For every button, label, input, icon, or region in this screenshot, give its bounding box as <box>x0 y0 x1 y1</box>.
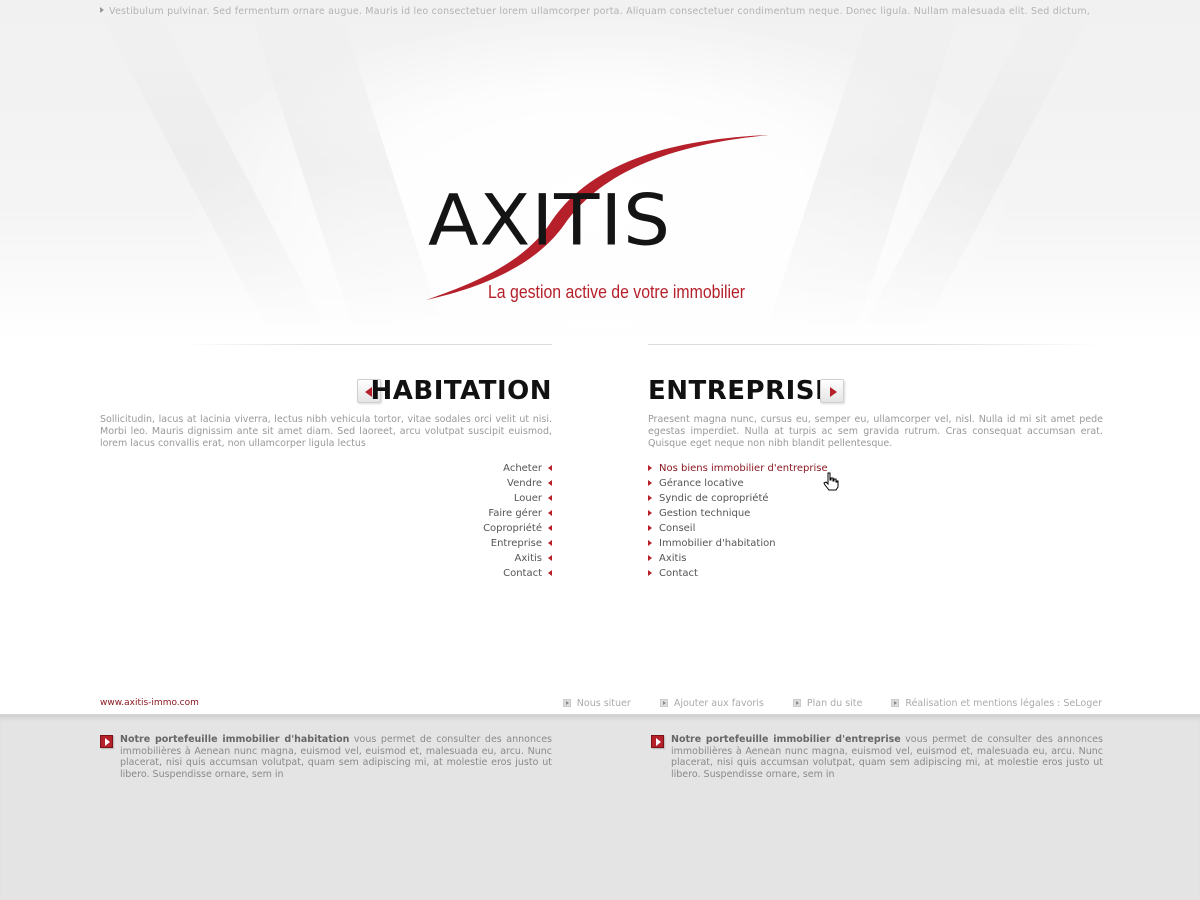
entreprise-intro: Praesent magna nunc, cursus eu, semper e… <box>648 414 1103 449</box>
logo-tagline: La gestion active de votre immobilier <box>488 282 746 302</box>
logo-wordmark: AXITIS <box>428 180 672 262</box>
site-url-link[interactable]: www.axitis-immo.com <box>100 698 199 708</box>
footer-link-nous-situer[interactable]: Nous situer <box>562 698 631 709</box>
entreprise-menu-item[interactable]: Gestion technique <box>648 506 828 521</box>
arrow-left-icon <box>548 465 552 471</box>
entreprise-promo: Notre portefeuille immobilier d'entrepri… <box>651 734 1103 780</box>
entreprise-menu: Nos biens immobilier d'entreprise Géranc… <box>648 461 828 581</box>
arrow-left-icon <box>548 525 552 531</box>
play-button-icon[interactable] <box>100 735 113 748</box>
habitation-intro: Sollicitudin, lacus at lacinia viverra, … <box>100 414 552 449</box>
arrow-left-icon <box>548 555 552 561</box>
axitis-logo[interactable]: AXITIS La gestion active de votre immobi… <box>424 130 774 310</box>
top-ticker-text: Vestibulum pulvinar. Sed fermentum ornar… <box>109 6 1091 17</box>
arrow-right-icon <box>648 570 652 576</box>
arrow-right-icon <box>830 387 837 397</box>
footer-link-favoris[interactable]: Ajouter aux favoris <box>659 698 764 709</box>
arrow-right-icon <box>648 540 652 546</box>
entreprise-arrow-button[interactable] <box>820 379 844 403</box>
habitation-promo: Notre portefeuille immobilier d'habitati… <box>100 734 552 780</box>
arrow-left-icon <box>548 540 552 546</box>
play-square-icon <box>659 699 668 707</box>
arrow-left-icon <box>548 570 552 576</box>
play-square-icon <box>792 699 801 707</box>
play-square-icon <box>891 699 900 707</box>
arrow-left-icon <box>548 510 552 516</box>
play-square-icon <box>562 699 571 707</box>
habitation-menu-item[interactable]: Entreprise <box>483 536 552 551</box>
habitation-menu-item[interactable]: Louer <box>483 491 552 506</box>
divider <box>648 344 1103 345</box>
footer-link-plan-du-site[interactable]: Plan du site <box>792 698 862 709</box>
habitation-menu-item[interactable]: Axitis <box>483 551 552 566</box>
entreprise-menu-item[interactable]: Nos biens immobilier d'entreprise <box>648 461 828 476</box>
footer-link-mentions-legales[interactable]: Réalisation et mentions légales : SeLoge… <box>891 698 1102 709</box>
arrow-right-icon <box>648 480 652 486</box>
habitation-menu: Acheter Vendre Louer Faire gérer Copropr… <box>483 461 552 581</box>
entreprise-promo-title[interactable]: Notre portefeuille immobilier d'entrepri… <box>671 734 901 745</box>
entreprise-menu-item[interactable]: Axitis <box>648 551 828 566</box>
arrow-left-icon <box>548 495 552 501</box>
habitation-title[interactable]: HABITATION <box>371 376 552 406</box>
habitation-menu-item[interactable]: Contact <box>483 566 552 581</box>
arrow-right-icon <box>648 465 652 471</box>
habitation-promo-title[interactable]: Notre portefeuille immobilier d'habitati… <box>120 734 349 745</box>
arrow-right-icon <box>100 7 104 13</box>
entreprise-menu-item[interactable]: Immobilier d'habitation <box>648 536 828 551</box>
arrow-right-icon <box>648 555 652 561</box>
entreprise-menu-item[interactable]: Gérance locative <box>648 476 828 491</box>
habitation-menu-item[interactable]: Vendre <box>483 476 552 491</box>
arrow-right-icon <box>648 510 652 516</box>
habitation-menu-item[interactable]: Faire gérer <box>483 506 552 521</box>
habitation-menu-item[interactable]: Copropriété <box>483 521 552 536</box>
play-button-icon[interactable] <box>651 735 664 748</box>
footer-links: Nous situer Ajouter aux favoris Plan du … <box>537 698 1102 709</box>
habitation-menu-item[interactable]: Acheter <box>483 461 552 476</box>
entreprise-menu-item[interactable]: Contact <box>648 566 828 581</box>
arrow-left-icon <box>548 480 552 486</box>
arrow-right-icon <box>648 495 652 501</box>
entreprise-menu-item[interactable]: Conseil <box>648 521 828 536</box>
arrow-right-icon <box>648 525 652 531</box>
divider <box>180 344 552 345</box>
top-ticker: Vestibulum pulvinar. Sed fermentum ornar… <box>100 6 1102 17</box>
entreprise-title[interactable]: ENTREPRISE <box>648 376 833 406</box>
entreprise-menu-item[interactable]: Syndic de copropriété <box>648 491 828 506</box>
hand-cursor-icon <box>823 472 839 491</box>
